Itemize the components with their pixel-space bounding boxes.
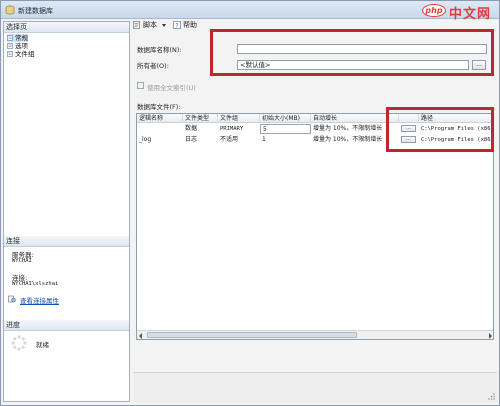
- highlight-box-name-owner: [210, 29, 494, 76]
- select-page-header: 选择页: [4, 22, 129, 33]
- scroll-left-icon[interactable]: [139, 333, 142, 339]
- script-icon: [133, 21, 140, 29]
- page-icon: [7, 35, 13, 41]
- cell-filegroup[interactable]: PRIMARY: [218, 124, 260, 134]
- highlight-box-path: [386, 107, 494, 152]
- page-filegroups-label: 文件组: [15, 50, 35, 58]
- page-options[interactable]: 选项: [7, 42, 28, 50]
- script-label: 脚本: [143, 21, 157, 29]
- cell-filegroup: 不适用: [220, 136, 239, 143]
- col-initial-size[interactable]: 初始大小(MB): [260, 114, 311, 123]
- connection-value: WYCHAI\xlszhai: [12, 281, 59, 287]
- col-file-type[interactable]: 文件类型: [183, 114, 218, 123]
- window-title: 新建数据库: [18, 7, 53, 15]
- db-name-label: 数据库名称(N):: [137, 46, 182, 54]
- page-options-label: 选项: [15, 42, 28, 50]
- database-icon: [5, 5, 15, 15]
- view-connection-properties-label: 查看连接属性: [20, 297, 59, 305]
- properties-icon: [8, 295, 16, 303]
- cell-logical-name[interactable]: _log: [137, 135, 183, 145]
- col-filegroup[interactable]: 文件组: [218, 114, 260, 123]
- chevron-down-icon: [162, 24, 166, 27]
- progress-header: 进度: [4, 320, 129, 331]
- db-files-label: 数据库文件(F):: [137, 103, 181, 111]
- progress-spinner-icon: [11, 335, 27, 351]
- scroll-right-icon[interactable]: [489, 333, 492, 339]
- scrollbar-thumb[interactable]: [147, 332, 357, 338]
- svg-text:?: ?: [175, 22, 178, 29]
- page-filegroups[interactable]: 文件组: [7, 50, 35, 58]
- fulltext-label: 使用全文索引(U): [147, 84, 196, 92]
- cell-file-type: 数据: [185, 125, 198, 132]
- cell-file-type: 日志: [185, 136, 198, 143]
- page-general[interactable]: 常规: [7, 34, 28, 42]
- bottom-button-bar: [133, 372, 497, 402]
- horizontal-scrollbar[interactable]: [137, 330, 493, 339]
- progress-status: 就绪: [36, 341, 49, 349]
- server-value: WYCHAI: [12, 258, 32, 264]
- cell-logical-name[interactable]: [137, 124, 183, 134]
- resize-grip-icon[interactable]: [487, 392, 495, 400]
- help-label: 帮助: [183, 21, 197, 29]
- logo-php: php: [422, 4, 446, 17]
- help-icon: ?: [173, 21, 181, 29]
- page-icon: [7, 43, 13, 49]
- page-general-label: 常规: [15, 34, 28, 42]
- fulltext-checkbox[interactable]: [137, 82, 144, 89]
- owner-label: 所有者(O):: [137, 62, 169, 70]
- help-button[interactable]: ? 帮助: [173, 20, 203, 30]
- connection-header: 连接: [4, 236, 129, 247]
- script-button[interactable]: 脚本: [133, 20, 167, 30]
- site-logo: php 中文网: [422, 0, 498, 22]
- col-logical-name[interactable]: 逻辑名称: [137, 114, 183, 123]
- cell-initial-size[interactable]: 1: [260, 135, 311, 145]
- page-icon: [7, 51, 13, 57]
- cell-initial-size[interactable]: 5: [260, 124, 311, 134]
